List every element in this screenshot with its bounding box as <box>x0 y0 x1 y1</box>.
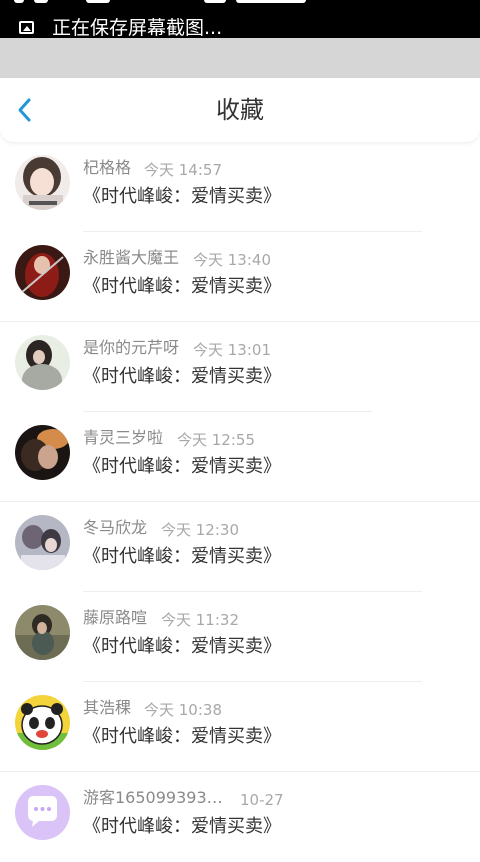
timestamp: 今天 14:57 <box>144 161 222 179</box>
book-title: 《时代峰峻：爱情买卖》 <box>83 186 281 207</box>
list-item[interactable]: 青灵三岁啦 今天 12:55 《时代峰峻：爱情买卖》 <box>0 412 480 502</box>
list-item[interactable]: 游客1650993931... 10-27 《时代峰峻：爱情买卖》 <box>0 772 480 862</box>
avatar <box>15 425 70 480</box>
timestamp: 今天 13:40 <box>193 251 271 269</box>
list-item[interactable]: 藤原路喧 今天 11:32 《时代峰峻：爱情买卖》 <box>0 592 480 682</box>
list-item[interactable]: 是你的元芹呀 今天 13:01 《时代峰峻：爱情买卖》 <box>0 322 480 412</box>
timestamp: 今天 12:30 <box>161 521 239 539</box>
list-item[interactable]: 杞格格 今天 14:57 《时代峰峻：爱情买卖》 <box>0 142 480 232</box>
user-name: 永胜酱大魔王 <box>83 248 180 267</box>
header: 收藏 <box>0 78 480 142</box>
list-item[interactable]: 冬马欣龙 今天 12:30 《时代峰峻：爱情买卖》 <box>0 502 480 592</box>
page-title: 收藏 <box>216 96 264 124</box>
book-title: 《时代峰峻：爱情买卖》 <box>83 726 281 747</box>
avatar <box>15 335 70 390</box>
book-title: 《时代峰峻：爱情买卖》 <box>83 816 281 837</box>
favorites-list: 杞格格 今天 14:57 《时代峰峻：爱情买卖》 永胜酱大魔王 今天 13:40… <box>0 142 480 862</box>
user-name: 藤原路喧 <box>83 608 148 627</box>
gray-banner <box>0 38 480 78</box>
avatar <box>15 515 70 570</box>
user-name: 杞格格 <box>83 158 132 177</box>
screenshot-icon <box>19 21 34 34</box>
status-bar: 正在保存屏幕截图... <box>0 0 480 38</box>
user-name: 冬马欣龙 <box>83 518 148 537</box>
user-name: 游客1650993931... <box>83 788 223 807</box>
list-item[interactable]: 永胜酱大魔王 今天 13:40 《时代峰峻：爱情买卖》 <box>0 232 480 322</box>
timestamp: 10-27 <box>240 791 284 809</box>
book-title: 《时代峰峻：爱情买卖》 <box>83 366 281 387</box>
avatar <box>15 695 70 750</box>
status-icons <box>14 0 334 3</box>
avatar <box>15 245 70 300</box>
user-name: 是你的元芹呀 <box>83 338 180 357</box>
status-notification-text: 正在保存屏幕截图... <box>52 17 223 38</box>
timestamp: 今天 13:01 <box>193 341 271 359</box>
book-title: 《时代峰峻：爱情买卖》 <box>83 636 281 657</box>
timestamp: 今天 11:32 <box>161 611 239 629</box>
book-title: 《时代峰峻：爱情买卖》 <box>83 456 281 477</box>
avatar <box>15 785 70 840</box>
avatar <box>15 155 70 210</box>
timestamp: 今天 10:38 <box>144 701 222 719</box>
book-title: 《时代峰峻：爱情买卖》 <box>83 276 281 297</box>
timestamp: 今天 12:55 <box>177 431 255 449</box>
user-name: 青灵三岁啦 <box>83 428 164 447</box>
list-item[interactable]: 其浩稞 今天 10:38 《时代峰峻：爱情买卖》 <box>0 682 480 772</box>
user-name: 其浩稞 <box>83 698 132 717</box>
avatar <box>15 605 70 660</box>
book-title: 《时代峰峻：爱情买卖》 <box>83 546 281 567</box>
